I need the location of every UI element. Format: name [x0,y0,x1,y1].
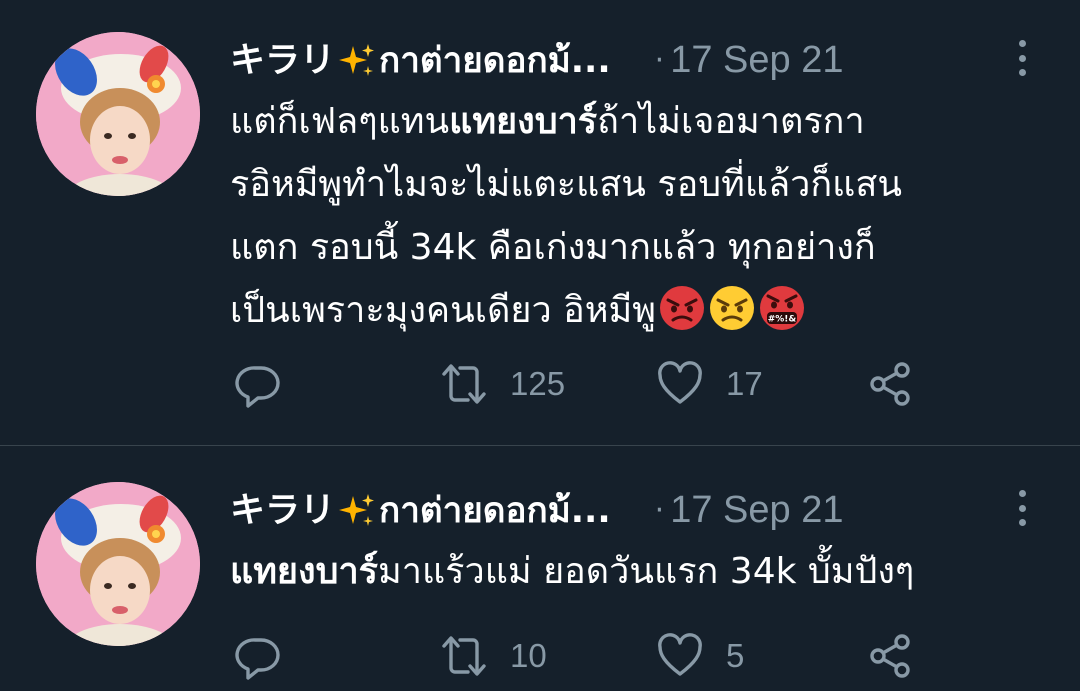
tweet-header: キラリ กาต่ายดอกม้... · 17 Sep 21 [230,32,1040,88]
cursing-face-emoji [758,284,806,332]
share-icon [870,362,910,406]
retweet-button[interactable]: 10 [440,626,547,686]
avatar[interactable] [36,482,200,646]
more-options-icon[interactable] [1004,36,1040,80]
tweet-text-line: แทยงบาร์มาแร้วแม่ ยอดวันแรก 34k บั้มปังๆ [230,551,915,592]
angry-face-emoji [708,284,756,332]
tweet-header: キラリ กาต่ายดอกม้... · 17 Sep 21 [230,482,1040,538]
tweet-text-line: แต่ก็เฟลๆแทนแทยงบาร์ถ้าไม่เจอมาตรกา [230,101,865,142]
tweet-text-line: แตก รอบนี้ 34k คือเก่งมากแล้ว ทุกอย่างก็ [230,227,876,268]
retweet-count: 10 [510,637,547,674]
angry-red-face-emoji [658,284,706,332]
timeline: キラリ กาต่ายดอกม้... · 17 Sep 21 แต่ก็เฟลๆแ… [0,0,1080,691]
reply-icon [235,638,280,680]
retweet-button[interactable]: 125 [440,354,565,414]
heart-icon [658,633,702,676]
tweet-text-line: รอิหมีพูทำไมจะไม่แตะแสน รอบที่แล้วก็แสน [230,164,902,205]
tweet-actions: 10 5 [230,626,1040,686]
retweet-icon [442,636,486,676]
display-name[interactable]: キラリ กาต่ายดอกม้... [230,482,611,538]
like-count: 5 [726,637,745,674]
reply-button[interactable] [234,626,282,686]
separator-dot: · [654,42,665,78]
share-button[interactable] [866,626,914,686]
tweet[interactable]: キラリ กาต่ายดอกม้... · 17 Sep 21 แทยงบาร์มา… [0,446,1080,691]
retweet-icon [442,364,486,404]
tweet-text: แต่ก็เฟลๆแทนแทยงบาร์ถ้าไม่เจอมาตรกา รอิห… [230,90,1040,342]
share-button[interactable] [866,354,914,414]
sparkles-icon [337,42,377,82]
share-icon [870,634,910,678]
hashtag-bold-text: แทยงบาร์ [449,101,598,142]
sparkles-icon [337,492,377,532]
timestamp[interactable]: 17 Sep 21 [670,489,843,532]
tweet-actions: 125 17 [230,354,1040,414]
tweet-text: แทยงบาร์มาแร้วแม่ ยอดวันแรก 34k บั้มปังๆ [230,540,1040,603]
reply-icon [235,366,280,408]
reply-button[interactable] [234,354,282,414]
timestamp[interactable]: 17 Sep 21 [670,39,843,82]
display-name[interactable]: キラリ กาต่ายดอกม้... [230,32,611,88]
tweet-text-line: เป็นเพราะมุงคนเดียว อิหมีพู [230,279,1040,342]
more-options-icon[interactable] [1004,486,1040,530]
tweet[interactable]: キラリ กาต่ายดอกม้... · 17 Sep 21 แต่ก็เฟลๆแ… [0,0,1080,446]
hashtag-bold-text: แทยงบาร์ [230,551,379,592]
separator-dot: · [654,492,665,528]
like-button[interactable]: 5 [656,626,744,686]
avatar[interactable] [36,32,200,196]
heart-icon [658,361,702,404]
like-count: 17 [726,365,763,402]
like-button[interactable]: 17 [656,354,763,414]
retweet-count: 125 [510,365,566,402]
